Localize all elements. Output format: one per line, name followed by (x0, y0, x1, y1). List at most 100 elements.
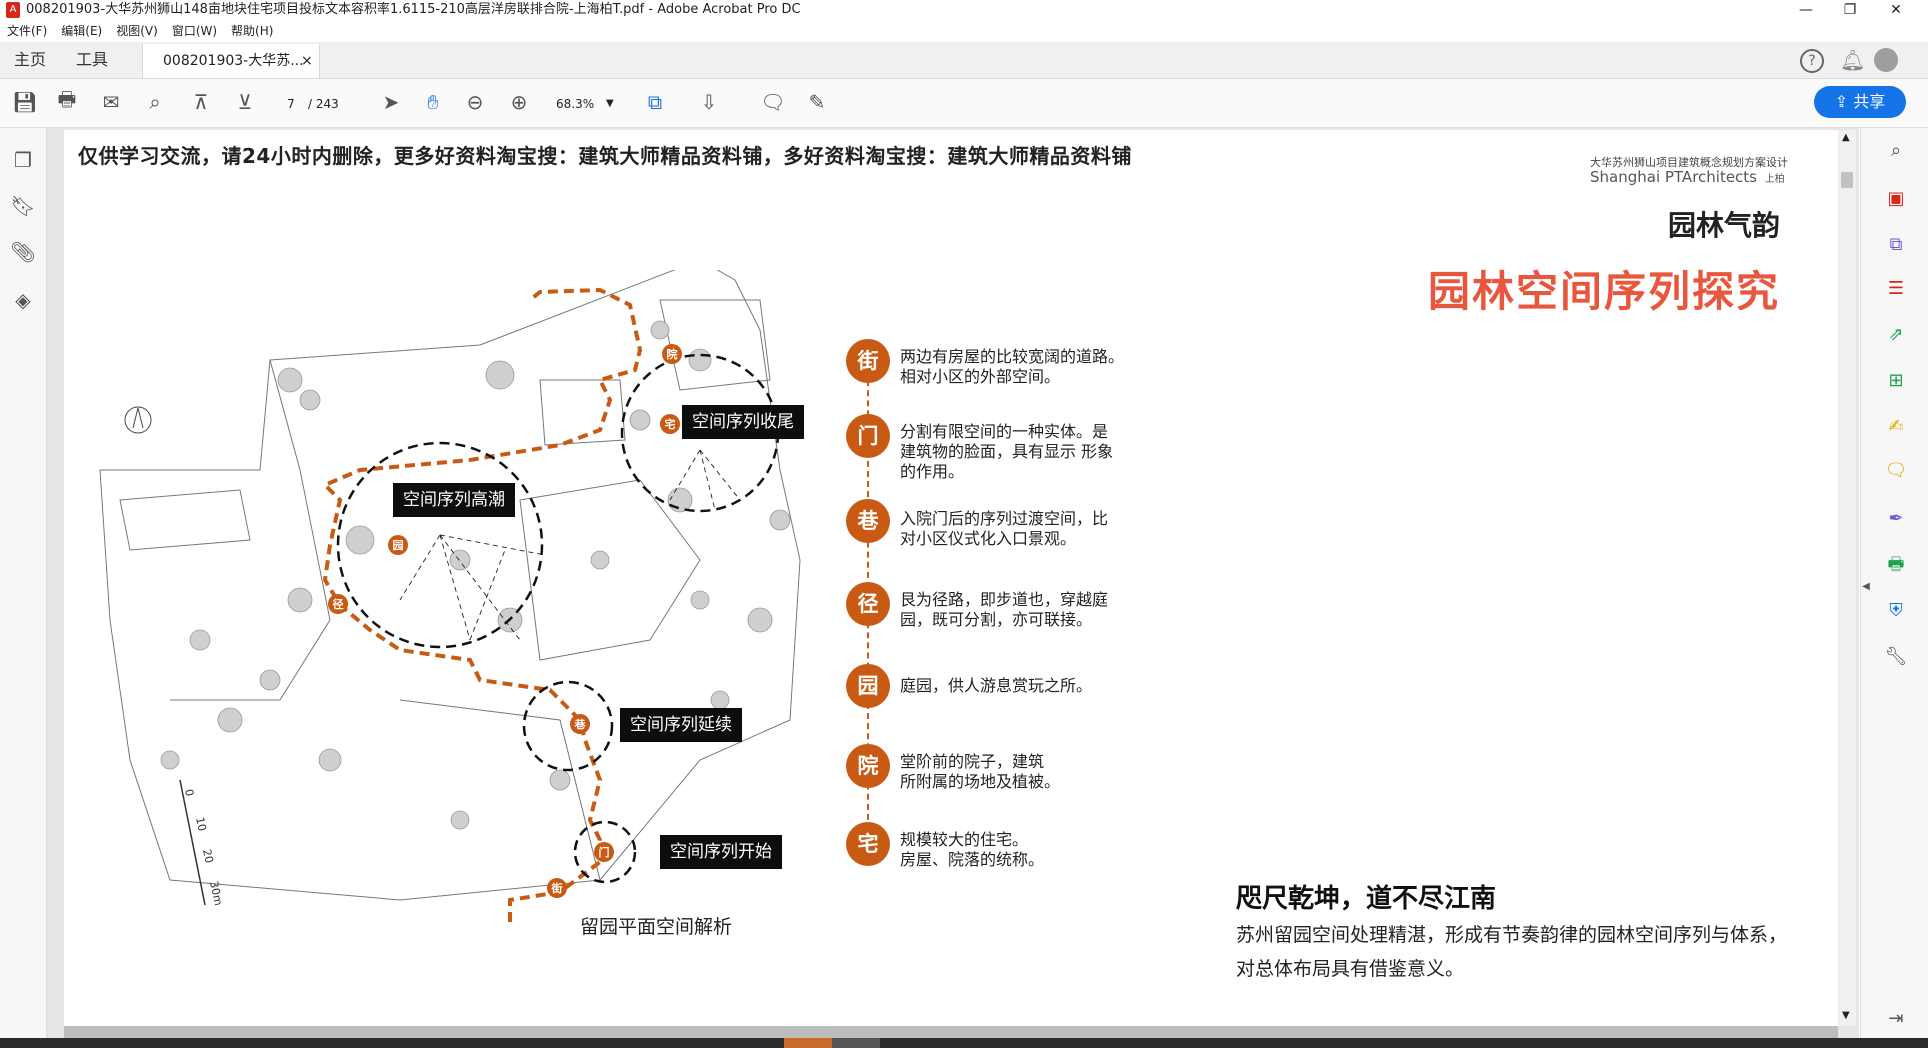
fit-page-icon[interactable]: ⧉ (640, 87, 670, 117)
panel-toggle-icon[interactable]: ⇥ (1883, 1006, 1909, 1032)
menu-file[interactable]: 文件(F) (7, 24, 47, 38)
bookmark-icon[interactable]: 🔖︎ (10, 194, 36, 220)
share-label: 共享 (1853, 92, 1886, 111)
print-icon[interactable]: 🖶 (52, 87, 82, 117)
menu-bar: 文件(F) 编辑(E) 视图(V) 窗口(W) 帮助(H) (0, 20, 1928, 42)
menu-edit[interactable]: 编辑(E) (61, 24, 102, 38)
tab-tools[interactable]: 工具 (76, 42, 108, 78)
create-pdf-icon[interactable]: ▣ (1883, 186, 1909, 212)
scale-label: 0 (182, 788, 196, 798)
sequence-desc-line: 分割有限空间的一种实体。是 (900, 422, 1109, 441)
main-title: 园林空间序列探究 (1427, 267, 1780, 316)
path-mark-xiang: 巷 (574, 717, 587, 731)
minimize-button[interactable]: — (1786, 0, 1826, 20)
logo-mark: 上柏 (1764, 174, 1785, 185)
vertical-scrollbar[interactable]: ▲ ▼ (1838, 130, 1856, 1026)
path-mark-zhai: 宅 (665, 417, 676, 431)
slogan-line: 苏州留园空间处理精湛，形成有节奏韵律的园林空间序列与体系， (1236, 924, 1788, 946)
menu-window[interactable]: 窗口(W) (172, 24, 217, 38)
sequence-desc: 规模较大的住宅。 房屋、院落的统称。 (900, 830, 1140, 870)
pages-thumbnail-icon[interactable]: ❐ (10, 148, 36, 174)
comment-tool-icon[interactable]: 🗨︎ (1883, 458, 1909, 484)
close-window-button[interactable]: ✕ (1876, 0, 1916, 20)
scroll-thumb[interactable] (1841, 172, 1853, 188)
sequence-desc-line: 对小区仪式化入口景观。 (900, 529, 1077, 548)
page-number-input[interactable]: 7 (280, 94, 302, 114)
zoom-in-icon[interactable]: ⊕ (504, 87, 534, 117)
sequence-desc-line: 堂阶前的院子，建筑 (900, 752, 1045, 771)
sequence-path (321, 287, 643, 922)
more-tools-icon[interactable]: 🔧︎ (1883, 644, 1909, 670)
sequence-desc-line: 相对小区的外部空间。 (900, 367, 1061, 386)
sequence-desc: 庭园，供人游息赏玩之所。 (900, 676, 1140, 696)
tab-document-label: 008201903-大华苏... (163, 53, 304, 69)
chevron-down-icon[interactable]: ▼ (606, 94, 614, 114)
attachment-icon[interactable]: 📎︎ (10, 240, 36, 266)
tab-home[interactable]: 主页 (14, 42, 46, 78)
toolbar: 💾︎ 🖶 ✉ ⌕ ⊼ ⊻ 7 / 243 ➤ ✋︎ ⊖ ⊕ 68.3% ▼ ⧉ … (0, 79, 1928, 128)
comment-icon[interactable]: 🗨︎ (758, 87, 788, 117)
organize-pages-icon[interactable]: ☰ (1883, 276, 1909, 302)
sequence-desc: 堂阶前的院子，建筑 所附属的场地及植被。 (900, 752, 1140, 792)
help-icon[interactable]: ? (1800, 49, 1824, 73)
slogan-title: 咫尺乾坤，道不尽江南 (1236, 884, 1497, 914)
sequence-desc-line: 的作用。 (900, 462, 965, 481)
sequence-desc-line: 两边有房屋的比较宽阔的道路。 (900, 347, 1125, 366)
sequence-desc-line: 房屋、院落的统称。 (900, 850, 1045, 869)
export-pdf-icon[interactable]: ⇗ (1883, 322, 1909, 348)
scroll-down-icon[interactable]: ▼ (1842, 1010, 1850, 1021)
email-icon[interactable]: ✉ (96, 87, 126, 117)
sequence-desc-line: 入院门后的序列过渡空间，比 (900, 509, 1109, 528)
bell-icon[interactable]: 🔔︎ (1840, 48, 1865, 72)
taskbar (0, 1038, 1928, 1048)
scale-bar: 0 10 20 30m (179, 779, 225, 907)
prev-page-icon[interactable]: ⊼ (186, 87, 216, 117)
share-button[interactable]: ⇪ 共享 (1814, 86, 1906, 118)
print-production-icon[interactable]: 🖶 (1883, 552, 1909, 578)
select-tool-icon[interactable]: ➤ (376, 87, 406, 117)
scale-label: 30m (207, 880, 225, 907)
sequence-desc-line: 建筑物的脸面，具有显示 形象 (900, 442, 1114, 461)
menu-help[interactable]: 帮助(H) (231, 24, 273, 38)
next-page-icon[interactable]: ⊻ (230, 87, 260, 117)
zoom-level-select[interactable]: 68.3% (556, 94, 594, 114)
restore-button[interactable]: ❐ (1830, 0, 1870, 20)
edit-pdf-icon[interactable]: ⊞ (1883, 368, 1909, 394)
garden-plan-drawing: 0 10 20 30m 院 宅 园 径 巷 门 街 (99, 270, 801, 922)
plan-caption: 留园平面空间解析 (580, 916, 733, 938)
taskbar-active-app[interactable] (784, 1038, 832, 1048)
sequence-desc: 入院门后的序列过渡空间，比 对小区仪式化入口景观。 (900, 509, 1140, 549)
sign-icon[interactable]: ✒ (1883, 506, 1909, 532)
pen-sign-icon[interactable]: ✎ (802, 87, 832, 117)
combine-files-icon[interactable]: ⧉ (1883, 232, 1909, 258)
hand-tool-icon[interactable]: ✋︎ (418, 87, 448, 117)
sequence-badge-xiang: 巷 (846, 499, 890, 543)
sequence-badge-garden: 园 (846, 664, 890, 708)
taskbar-app[interactable] (832, 1038, 880, 1048)
sequence-desc-line: 庭园，供人游息赏玩之所。 (900, 676, 1093, 695)
zoom-out-icon[interactable]: ⊖ (460, 87, 490, 117)
zoom-search-icon[interactable]: ⌕ (1883, 138, 1909, 164)
window-title: 008201903-大华苏州狮山148亩地块住宅项目投标文本容积率1.6115-… (26, 2, 801, 17)
title-bar: A 008201903-大华苏州狮山148亩地块住宅项目投标文本容积率1.611… (0, 0, 1928, 20)
scale-label: 10 (193, 816, 209, 832)
sequence-desc-line: 艮为径路，即步道也，穿越庭 (900, 590, 1109, 609)
tab-document[interactable]: 008201903-大华苏... × (142, 44, 320, 78)
scroll-up-icon[interactable]: ▲ (1842, 132, 1850, 143)
path-mark-yuan: 院 (667, 347, 678, 361)
menu-view[interactable]: 视图(V) (116, 24, 158, 38)
sequence-desc: 艮为径路，即步道也，穿越庭 园，既可分割，亦可联接。 (900, 590, 1140, 630)
tab-close-icon[interactable]: × (301, 44, 313, 78)
sequence-desc-line: 所附属的场地及植被。 (900, 772, 1061, 791)
protect-icon[interactable]: ⛨ (1883, 598, 1909, 624)
scale-label: 20 (200, 848, 216, 864)
layers-icon[interactable]: ◈ (10, 288, 36, 314)
callout-sequence-continue: 空间序列延续 (620, 708, 742, 742)
save-icon[interactable]: 💾︎ (10, 87, 40, 117)
callout-sequence-climax: 空间序列高潮 (393, 483, 515, 517)
scroll-mode-icon[interactable]: ⇩ (694, 87, 724, 117)
search-icon[interactable]: ⌕ (140, 87, 170, 117)
logo-name-text: Shanghai PTArchitects (1590, 168, 1757, 186)
user-avatar-icon[interactable] (1874, 48, 1898, 72)
fill-sign-icon[interactable]: ✍ (1883, 414, 1909, 440)
